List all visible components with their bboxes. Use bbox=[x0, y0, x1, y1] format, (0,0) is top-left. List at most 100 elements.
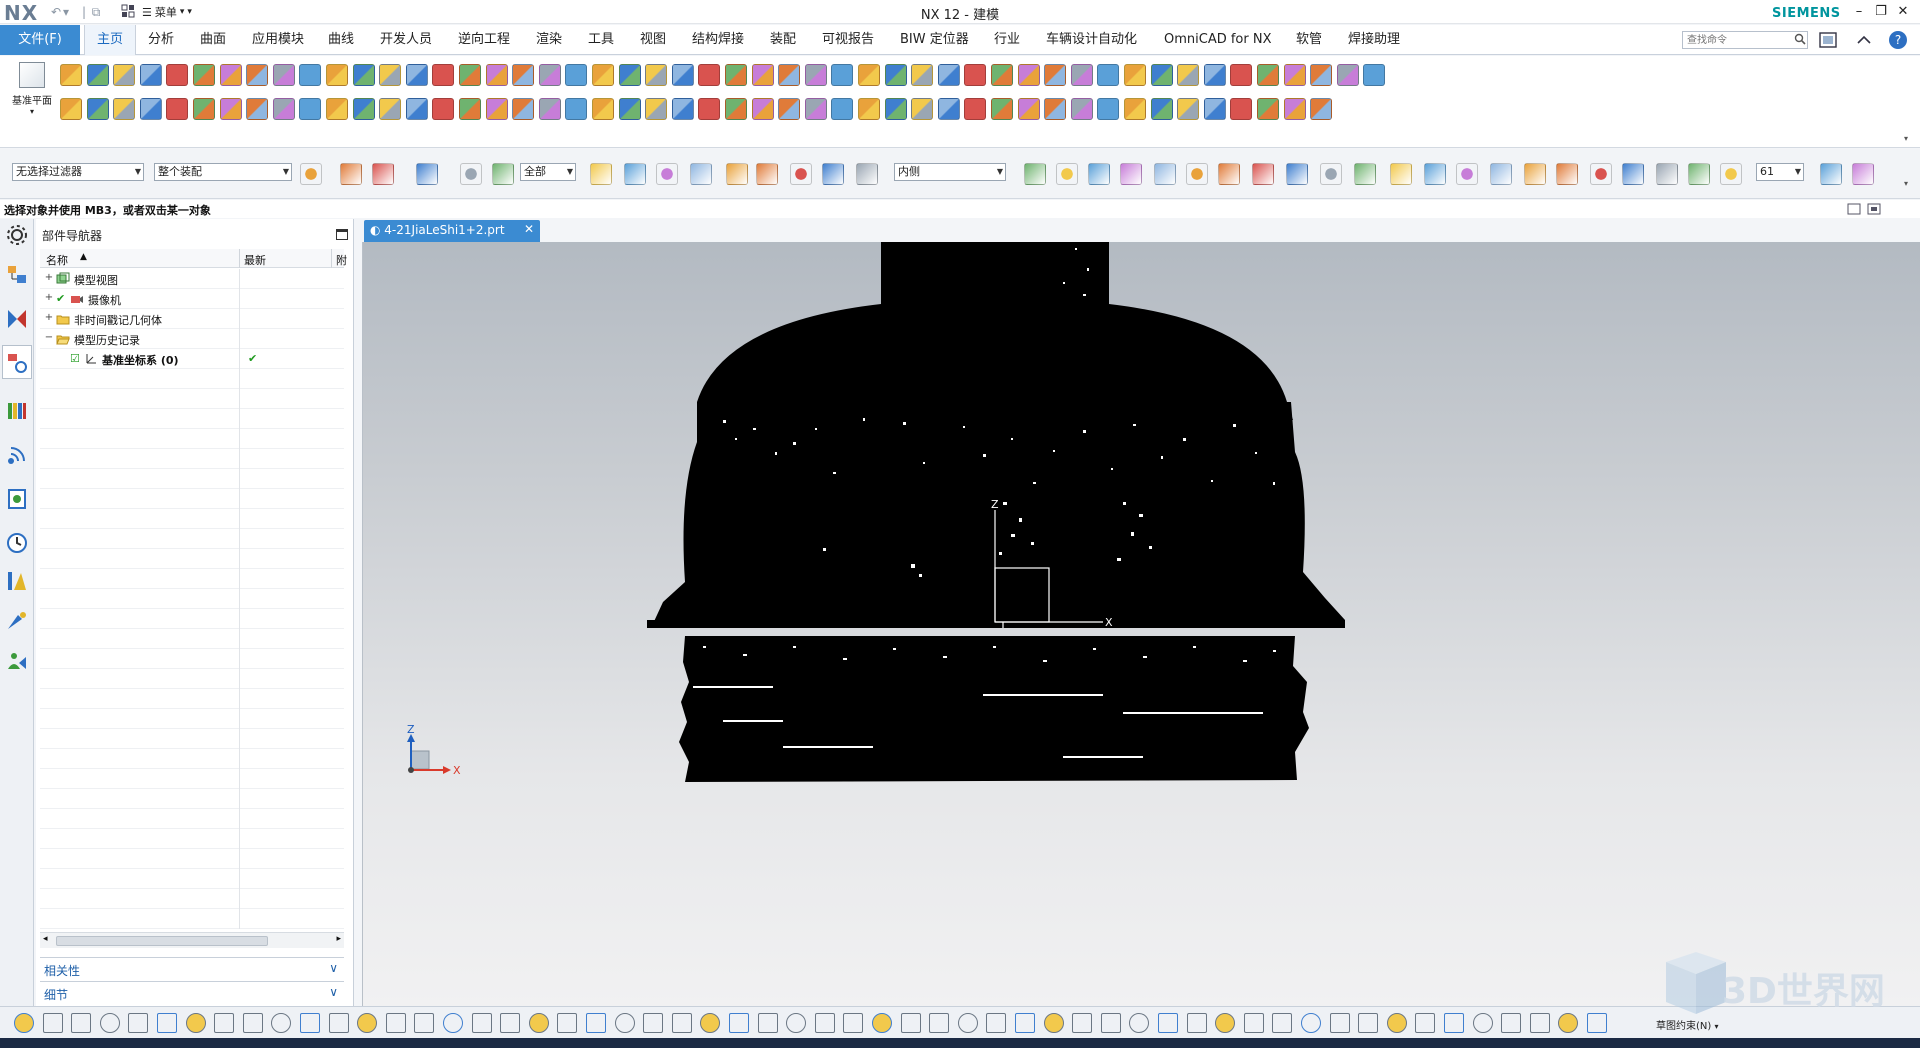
ribbon-command-icon[interactable] bbox=[937, 64, 960, 86]
selection-tool-icon[interactable] bbox=[756, 163, 778, 185]
sketch-tool-icon[interactable] bbox=[99, 1013, 120, 1033]
datum-plane-button[interactable]: 基准平面 ▾ bbox=[8, 62, 56, 132]
quick-access-customize-icon[interactable]: ▾ bbox=[187, 7, 192, 17]
sketch-tool-icon[interactable] bbox=[586, 1013, 606, 1033]
column-name-header[interactable]: 名称 bbox=[46, 252, 68, 268]
ribbon-command-icon[interactable] bbox=[459, 64, 481, 86]
sketch-tool-icon[interactable] bbox=[557, 1013, 578, 1033]
ribbon-command-icon[interactable] bbox=[964, 98, 987, 120]
sketch-tool-icon[interactable] bbox=[1301, 1013, 1321, 1033]
sketch-tool-icon[interactable] bbox=[185, 1013, 206, 1033]
tab-visual-report[interactable]: 可视报告 bbox=[822, 25, 874, 55]
ribbon-command-icon[interactable] bbox=[246, 98, 269, 120]
expand-icon[interactable]: + bbox=[44, 273, 54, 283]
window-layout-icon[interactable] bbox=[120, 4, 136, 20]
tab-biw-locator[interactable]: BIW 定位器 bbox=[900, 25, 969, 55]
ribbon-command-icon[interactable] bbox=[1177, 98, 1200, 120]
sketch-tool-icon[interactable] bbox=[1158, 1013, 1178, 1033]
sketch-tool-icon[interactable] bbox=[1043, 1013, 1064, 1033]
ribbon-command-icon[interactable] bbox=[1336, 64, 1359, 86]
tab-surface[interactable]: 曲面 bbox=[200, 25, 226, 55]
ribbon-command-icon[interactable] bbox=[219, 98, 242, 120]
selection-tool-icon[interactable] bbox=[372, 163, 394, 185]
expand-icon[interactable]: + bbox=[44, 293, 54, 303]
ribbon-command-icon[interactable] bbox=[1124, 98, 1146, 120]
ribbon-command-icon[interactable] bbox=[698, 64, 721, 86]
menu-button[interactable]: ☰ 菜单 ▾ ▾ bbox=[142, 3, 192, 21]
ribbon-command-icon[interactable] bbox=[1097, 64, 1120, 86]
sketch-tool-icon[interactable] bbox=[1472, 1013, 1493, 1033]
ribbon-command-icon[interactable] bbox=[139, 98, 162, 120]
sketch-tool-icon[interactable] bbox=[1015, 1013, 1035, 1033]
sketch-tool-icon[interactable] bbox=[1501, 1013, 1522, 1033]
sketch-tool-icon[interactable] bbox=[900, 1013, 921, 1033]
selection-tool-icon[interactable] bbox=[656, 163, 678, 185]
part-navigator-tab[interactable] bbox=[2, 345, 32, 379]
close-icon[interactable]: ✕ bbox=[1892, 2, 1914, 22]
sketch-tool-icon[interactable] bbox=[671, 1013, 692, 1033]
expand-icon[interactable]: + bbox=[44, 313, 54, 323]
selection-tool-icon[interactable] bbox=[1056, 163, 1078, 185]
selection-tool-icon[interactable] bbox=[300, 163, 322, 185]
ribbon-command-icon[interactable] bbox=[751, 64, 774, 86]
sketch-tool-icon[interactable] bbox=[757, 1013, 778, 1033]
manufacturing-wizard-icon[interactable] bbox=[5, 609, 29, 633]
view-window-controls[interactable] bbox=[1846, 202, 1886, 216]
ribbon-command-icon[interactable] bbox=[538, 98, 561, 120]
sketch-tool-icon[interactable] bbox=[214, 1013, 235, 1033]
hd3d-tools-icon[interactable] bbox=[5, 443, 29, 467]
ribbon-command-icon[interactable] bbox=[671, 98, 694, 120]
selection-tool-icon[interactable] bbox=[1820, 163, 1842, 185]
selection-tool-icon[interactable] bbox=[492, 163, 514, 185]
selection-tool-icon[interactable] bbox=[1490, 163, 1512, 185]
ribbon-command-icon[interactable] bbox=[1017, 64, 1040, 86]
sketch-tool-icon[interactable] bbox=[1529, 1013, 1550, 1033]
maximize-panel-icon[interactable] bbox=[336, 229, 348, 240]
tree-row-model-history[interactable]: − 模型历史记录 bbox=[40, 329, 344, 349]
sketch-tool-icon[interactable] bbox=[729, 1013, 749, 1033]
sketch-tool-icon[interactable] bbox=[814, 1013, 835, 1033]
ribbon-command-icon[interactable] bbox=[1124, 64, 1146, 86]
ribbon-command-icon[interactable] bbox=[485, 64, 508, 86]
sketch-tool-icon[interactable] bbox=[643, 1013, 664, 1033]
inside-filter-select[interactable]: 内侧 ▼ bbox=[894, 163, 1006, 181]
ribbon-command-icon[interactable] bbox=[831, 98, 854, 120]
ribbon-command-icon[interactable] bbox=[671, 64, 694, 86]
ribbon-command-icon[interactable] bbox=[725, 64, 747, 86]
view-triad[interactable] bbox=[407, 734, 451, 774]
reuse-library-icon[interactable] bbox=[5, 399, 29, 423]
sketch-tool-icon[interactable] bbox=[328, 1013, 349, 1033]
ribbon-command-icon[interactable] bbox=[60, 98, 82, 120]
sketch-tool-icon[interactable] bbox=[786, 1013, 807, 1033]
sketch-tool-icon[interactable] bbox=[1558, 1013, 1579, 1033]
ribbon-command-icon[interactable] bbox=[1257, 64, 1279, 86]
tab-reverse-engineering[interactable]: 逆向工程 bbox=[458, 25, 510, 55]
ribbon-command-icon[interactable] bbox=[911, 64, 934, 86]
selection-tool-icon[interactable] bbox=[1656, 163, 1678, 185]
toolbar-expand-icon[interactable]: ▾ bbox=[1904, 179, 1908, 188]
sketch-tool-icon[interactable] bbox=[500, 1013, 521, 1033]
ribbon-command-icon[interactable] bbox=[379, 64, 402, 86]
scroll-right-icon[interactable]: ▸ bbox=[336, 934, 341, 944]
tab-assembly[interactable]: 装配 bbox=[770, 25, 796, 55]
ribbon-command-icon[interactable] bbox=[937, 98, 960, 120]
sketch-tool-icon[interactable] bbox=[1272, 1013, 1293, 1033]
sketch-tool-icon[interactable] bbox=[1186, 1013, 1207, 1033]
ribbon-command-icon[interactable] bbox=[778, 98, 801, 120]
selection-tool-icon[interactable] bbox=[1088, 163, 1110, 185]
ribbon-command-icon[interactable] bbox=[405, 64, 428, 86]
zoom-level-select[interactable]: 61 ▼ bbox=[1756, 163, 1804, 181]
visibility-checkbox[interactable]: ☑ bbox=[70, 352, 80, 365]
sketch-tool-icon[interactable] bbox=[157, 1013, 177, 1033]
ribbon-command-icon[interactable] bbox=[352, 64, 375, 86]
ribbon-command-icon[interactable] bbox=[272, 98, 295, 120]
ribbon-command-icon[interactable] bbox=[1150, 98, 1173, 120]
sketch-tool-icon[interactable] bbox=[614, 1013, 635, 1033]
ribbon-command-icon[interactable] bbox=[1097, 98, 1120, 120]
panel-details[interactable]: 细节 ∨ bbox=[40, 981, 344, 1003]
ribbon-command-icon[interactable] bbox=[299, 64, 322, 86]
sketch-tool-icon[interactable] bbox=[1587, 1013, 1607, 1033]
ribbon-command-icon[interactable] bbox=[1283, 64, 1306, 86]
selection-tool-icon[interactable] bbox=[1024, 163, 1046, 185]
selection-tool-icon[interactable] bbox=[1590, 163, 1612, 185]
